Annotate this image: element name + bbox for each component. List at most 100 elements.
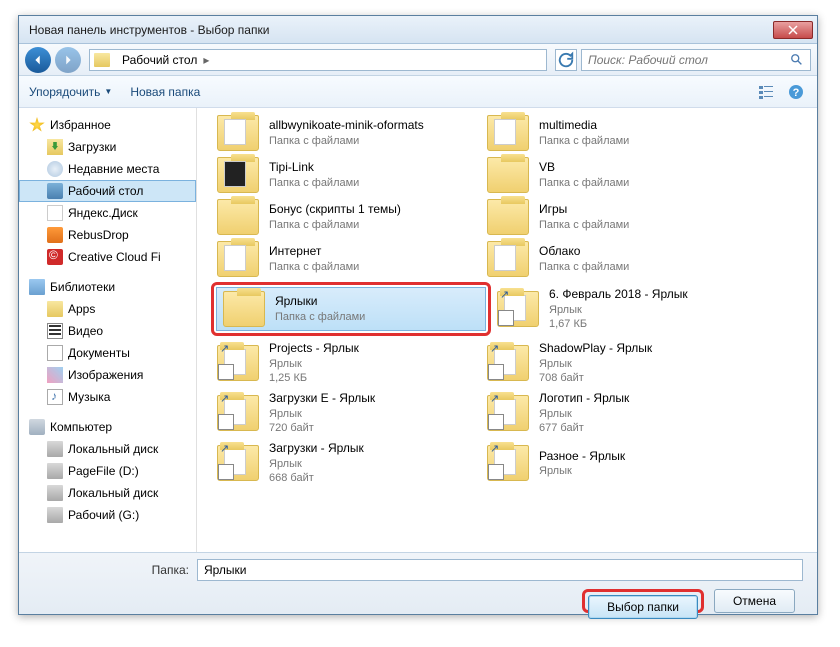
library-icon — [29, 279, 45, 295]
arrow-left-icon — [31, 53, 45, 67]
file-subtitle: Ярлык — [539, 407, 629, 421]
file-name: Разное - Ярлык — [539, 449, 625, 465]
folder-icon — [497, 291, 539, 327]
view-icon — [758, 84, 774, 100]
file-name: multimedia — [539, 118, 629, 134]
file-item[interactable]: ИнтернетПапка с файлами — [211, 238, 481, 280]
new-folder-button[interactable]: Новая папка — [130, 85, 200, 99]
file-name: Облако — [539, 244, 629, 260]
folder-icon — [47, 301, 63, 317]
sidebar-item-desktop[interactable]: Рабочий стол — [19, 180, 196, 202]
file-item[interactable]: allbwynikoate-minik-oformatsПапка с файл… — [211, 112, 481, 154]
sidebar-item-images[interactable]: Изображения — [19, 364, 196, 386]
drive-icon — [47, 441, 63, 457]
window-title: Новая панель инструментов - Выбор папки — [29, 23, 773, 37]
file-subtitle: Ярлык — [539, 464, 625, 478]
organize-button[interactable]: Упорядочить▼ — [29, 85, 112, 99]
clock-icon — [47, 161, 63, 177]
folder-icon — [217, 199, 259, 235]
file-subtitle: Ярлык — [269, 407, 375, 421]
sidebar-item-music[interactable]: Музыка — [19, 386, 196, 408]
sidebar-item-creativecloud[interactable]: Creative Cloud Fi — [19, 246, 196, 268]
back-button[interactable] — [25, 47, 51, 73]
file-item[interactable]: 6. Февраль 2018 - ЯрлыкЯрлык1,67 КБ — [491, 280, 761, 338]
file-name: Ярлыки — [275, 294, 365, 310]
help-button[interactable]: ? — [785, 81, 807, 103]
file-item[interactable]: VBПапка с файлами — [481, 154, 751, 196]
refresh-button[interactable] — [555, 49, 577, 71]
video-icon — [47, 323, 63, 339]
sidebar-favorites-header[interactable]: Избранное — [19, 114, 196, 136]
select-folder-button[interactable]: Выбор папки — [588, 595, 698, 619]
folder-icon — [217, 241, 259, 277]
file-name: Логотип - Ярлык — [539, 391, 629, 407]
sidebar-item-pagefile[interactable]: PageFile (D:) — [19, 460, 196, 482]
sidebar-item-rebusdrop[interactable]: RebusDrop — [19, 224, 196, 246]
document-icon — [47, 345, 63, 361]
file-subtitle: Папка с файлами — [269, 176, 359, 190]
file-item[interactable]: Разное - ЯрлыкЯрлык — [481, 438, 751, 488]
file-subtitle: Папка с файлами — [269, 218, 401, 232]
file-name: Игры — [539, 202, 629, 218]
folder-icon — [487, 395, 529, 431]
file-subtitle: Папка с файлами — [539, 176, 629, 190]
file-item[interactable]: Projects - ЯрлыкЯрлык1,25 КБ — [211, 338, 481, 388]
sidebar-computer-header[interactable]: Компьютер — [19, 416, 196, 438]
file-item[interactable]: Бонус (скрипты 1 темы)Папка с файлами — [211, 196, 481, 238]
file-item[interactable]: multimediaПапка с файлами — [481, 112, 751, 154]
file-name: Загрузки - Ярлык — [269, 441, 364, 457]
file-item[interactable]: ЯрлыкиПапка с файлами — [216, 287, 486, 331]
sidebar-item-workdisk[interactable]: Рабочий (G:) — [19, 504, 196, 526]
folder-icon — [217, 115, 259, 151]
file-item[interactable]: Загрузки Е - ЯрлыкЯрлык720 байт — [211, 388, 481, 438]
file-list[interactable]: allbwynikoate-minik-oformats Папка с файл… — [197, 108, 817, 552]
titlebar: Новая панель инструментов - Выбор папки — [19, 16, 817, 44]
folder-icon — [487, 445, 529, 481]
file-item[interactable]: Загрузки - ЯрлыкЯрлык668 байт — [211, 438, 481, 488]
folder-icon — [217, 395, 259, 431]
sidebar-item-localdisk2[interactable]: Локальный диск — [19, 482, 196, 504]
search-box[interactable] — [581, 49, 811, 71]
file-item[interactable]: Логотип - ЯрлыкЯрлык677 байт — [481, 388, 751, 438]
refresh-icon — [556, 50, 576, 70]
file-item[interactable]: Tipi-LinkПапка с файлами — [211, 154, 481, 196]
file-subtitle: Ярлык — [539, 357, 652, 371]
file-item[interactable]: ShadowPlay - ЯрлыкЯрлык708 байт — [481, 338, 751, 388]
sidebar-item-video[interactable]: Видео — [19, 320, 196, 342]
sidebar-item-downloads[interactable]: Загрузки — [19, 136, 196, 158]
file-name: allbwynikoate-minik-oformats — [269, 118, 424, 134]
chevron-right-icon: ▸ — [203, 53, 209, 67]
file-item[interactable]: ОблакоПапка с файлами — [481, 238, 751, 280]
folder-label: Папка: — [33, 563, 189, 577]
sidebar-item-localdisk[interactable]: Локальный диск — [19, 438, 196, 460]
file-name: Tipi-Link — [269, 160, 359, 176]
yandex-icon — [47, 205, 63, 221]
sidebar-item-recent[interactable]: Недавние места — [19, 158, 196, 180]
downloads-icon — [47, 139, 63, 155]
file-item[interactable]: ИгрыПапка с файлами — [481, 196, 751, 238]
file-subtitle: Папка с файлами — [539, 260, 629, 274]
svg-text:?: ? — [793, 87, 800, 99]
folder-icon — [217, 157, 259, 193]
folder-name-input[interactable] — [197, 559, 803, 581]
file-name: Загрузки Е - Ярлык — [269, 391, 375, 407]
file-name: ShadowPlay - Ярлык — [539, 341, 652, 357]
folder-icon — [217, 445, 259, 481]
close-button[interactable] — [773, 21, 813, 39]
selection-highlight: ЯрлыкиПапка с файлами — [211, 282, 491, 336]
sidebar-item-apps[interactable]: Apps — [19, 298, 196, 320]
sidebar-libraries-header[interactable]: Библиотеки — [19, 276, 196, 298]
sidebar-item-documents[interactable]: Документы — [19, 342, 196, 364]
view-options-button[interactable] — [755, 81, 777, 103]
footer: Папка: Выбор папки Отмена — [19, 552, 817, 614]
file-subtitle: Ярлык — [269, 457, 364, 471]
help-icon: ? — [788, 84, 804, 100]
star-icon — [29, 117, 45, 133]
cancel-button[interactable]: Отмена — [714, 589, 795, 613]
forward-button[interactable] — [55, 47, 81, 73]
breadcrumb-item[interactable]: Рабочий стол — [116, 53, 203, 67]
file-name: 6. Февраль 2018 - Ярлык — [549, 287, 688, 303]
sidebar-item-yandexdisk[interactable]: Яндекс.Диск — [19, 202, 196, 224]
search-input[interactable] — [588, 53, 790, 67]
address-bar[interactable]: Рабочий стол ▸ — [89, 49, 547, 71]
